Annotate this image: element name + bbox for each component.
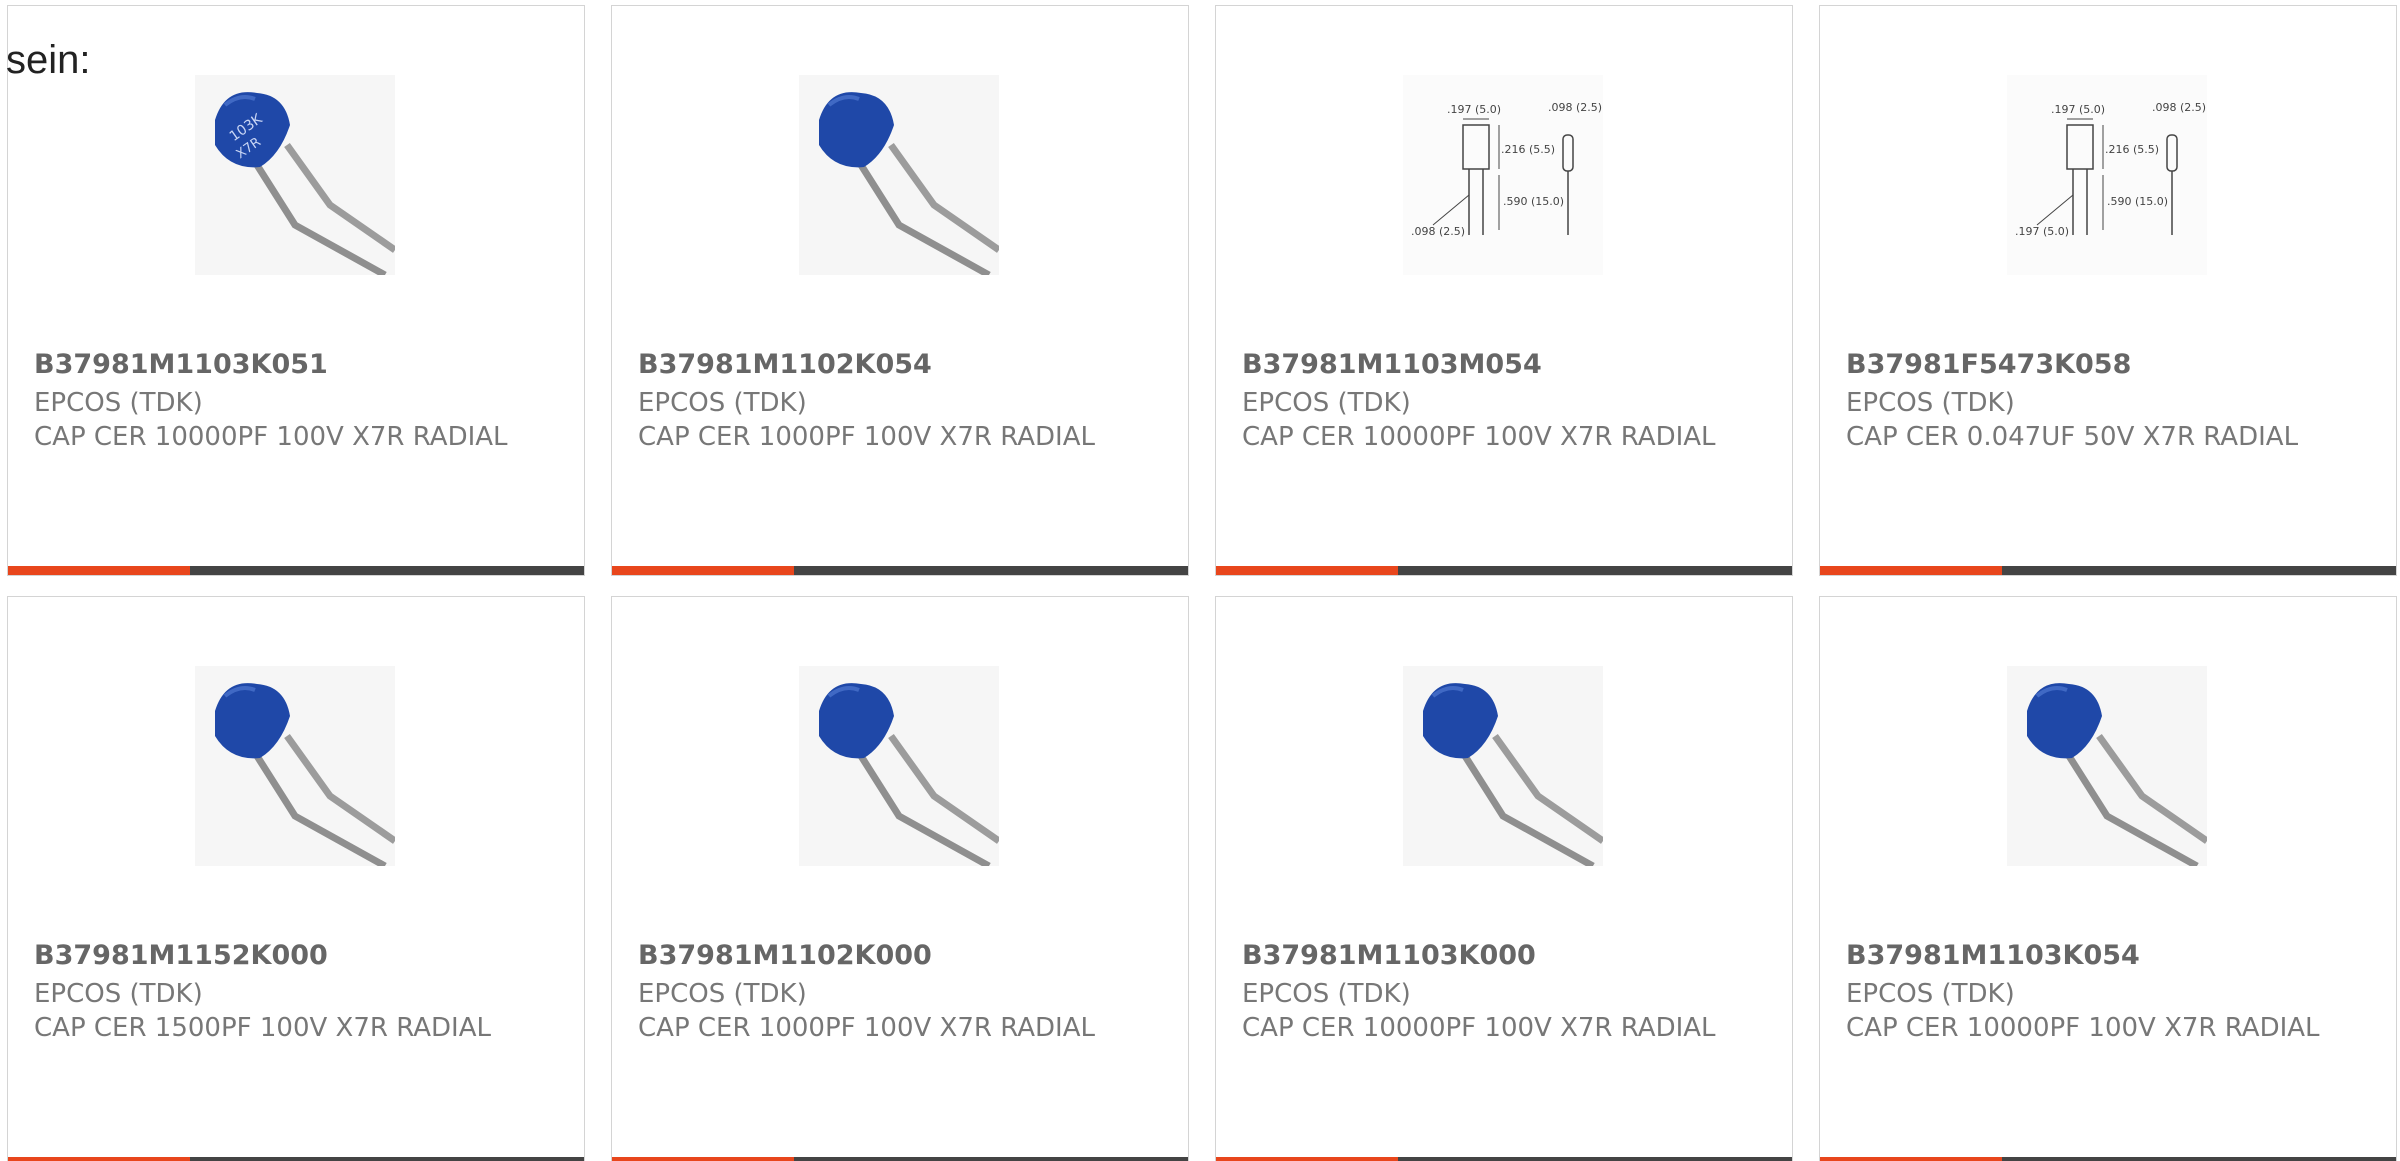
manufacturer-label: EPCOS (TDK) xyxy=(1846,979,2015,1009)
product-card[interactable]: .197 (5.0) .098 (2.5) .216 (5.5) .590 (15.0… xyxy=(1819,5,2397,576)
dimension-drawing-icon[interactable]: .197 (5.0) .098 (2.5) .216 (5.5) .590 (15.0… xyxy=(1403,75,1603,275)
part-number-link[interactable]: B37981M1103M054 xyxy=(1242,349,1542,380)
description-label: CAP CER 10000PF 100V X7R RADIAL xyxy=(1846,1013,2320,1043)
description-label: CAP CER 10000PF 100V X7R RADIAL xyxy=(1242,1013,1716,1043)
product-grid-page: sein: 103K X7R B37981M1103K051 EPCOS (TDK) C… xyxy=(0,0,2400,1161)
card-bottom-bar xyxy=(1820,566,2396,575)
part-number-link[interactable]: B37981M1103K000 xyxy=(1242,940,1536,971)
description-label: CAP CER 0.047UF 50V X7R RADIAL xyxy=(1846,422,2299,452)
capacitor-photo-icon[interactable] xyxy=(1403,666,1603,866)
manufacturer-label: EPCOS (TDK) xyxy=(638,979,807,1009)
card-accent-bar xyxy=(8,1157,190,1161)
manufacturer-label: EPCOS (TDK) xyxy=(1242,388,1411,418)
part-number-link[interactable]: B37981M1102K000 xyxy=(638,940,932,971)
card-bottom-bar xyxy=(8,1157,584,1161)
manufacturer-label: EPCOS (TDK) xyxy=(34,388,203,418)
product-card[interactable]: B37981M1102K054 EPCOS (TDK) CAP CER 1000PF… xyxy=(611,5,1189,576)
manufacturer-label: EPCOS (TDK) xyxy=(1242,979,1411,1009)
card-bottom-bar xyxy=(612,1157,1188,1161)
intro-text: sein: xyxy=(6,38,91,82)
card-bottom-bar xyxy=(612,566,1188,575)
product-card[interactable]: B37981M1152K000 EPCOS (TDK) CAP CER 1500PF… xyxy=(7,596,585,1161)
part-number-link[interactable]: B37981M1103K051 xyxy=(34,349,328,380)
description-label: CAP CER 10000PF 100V X7R RADIAL xyxy=(1242,422,1716,452)
svg-text:.098 (2.5): .098 (2.5) xyxy=(1411,225,1465,238)
svg-text:.098 (2.5): .098 (2.5) xyxy=(1548,101,1602,114)
manufacturer-label: EPCOS (TDK) xyxy=(34,979,203,1009)
card-accent-bar xyxy=(612,566,794,575)
dimension-drawing-icon[interactable]: .197 (5.0) .098 (2.5) .216 (5.5) .590 (15.0… xyxy=(2007,75,2207,275)
capacitor-photo-icon[interactable] xyxy=(195,666,395,866)
part-number-link[interactable]: B37981M1152K000 xyxy=(34,940,328,971)
card-accent-bar xyxy=(1216,566,1398,575)
card-accent-bar xyxy=(8,566,190,575)
product-card[interactable]: B37981M1102K000 EPCOS (TDK) CAP CER 1000PF… xyxy=(611,596,1189,1161)
product-card[interactable]: B37981M1103K000 EPCOS (TDK) CAP CER 10000P… xyxy=(1215,596,1793,1161)
capacitor-photo-icon[interactable] xyxy=(799,75,999,275)
capacitor-photo-icon[interactable] xyxy=(2007,666,2207,866)
svg-text:.216 (5.5): .216 (5.5) xyxy=(1501,143,1555,156)
svg-text:.590 (15.0): .590 (15.0) xyxy=(2107,195,2168,208)
part-number-link[interactable]: B37981F5473K058 xyxy=(1846,349,2131,380)
svg-text:.590 (15.0): .590 (15.0) xyxy=(1503,195,1564,208)
manufacturer-label: EPCOS (TDK) xyxy=(638,388,807,418)
description-label: CAP CER 1500PF 100V X7R RADIAL xyxy=(34,1013,491,1043)
product-card[interactable]: .197 (5.0) .098 (2.5) .216 (5.5) .590 (15.0… xyxy=(1215,5,1793,576)
capacitor-photo-marked-icon[interactable]: 103K X7R xyxy=(195,75,395,275)
capacitor-photo-icon[interactable] xyxy=(799,666,999,866)
svg-text:.216 (5.5): .216 (5.5) xyxy=(2105,143,2159,156)
description-label: CAP CER 1000PF 100V X7R RADIAL xyxy=(638,1013,1095,1043)
manufacturer-label: EPCOS (TDK) xyxy=(1846,388,2015,418)
part-number-link[interactable]: B37981M1103K054 xyxy=(1846,940,2140,971)
part-number-link[interactable]: B37981M1102K054 xyxy=(638,349,932,380)
description-label: CAP CER 10000PF 100V X7R RADIAL xyxy=(34,422,508,452)
svg-text:.197 (5.0): .197 (5.0) xyxy=(1447,103,1501,116)
card-accent-bar xyxy=(1820,566,2002,575)
card-accent-bar xyxy=(612,1157,794,1161)
svg-text:.197 (5.0): .197 (5.0) xyxy=(2015,225,2069,238)
card-accent-bar xyxy=(1216,1157,1398,1161)
svg-text:.098 (2.5): .098 (2.5) xyxy=(2152,101,2206,114)
description-label: CAP CER 1000PF 100V X7R RADIAL xyxy=(638,422,1095,452)
product-card[interactable]: B37981M1103K054 EPCOS (TDK) CAP CER 10000P… xyxy=(1819,596,2397,1161)
card-bottom-bar xyxy=(1216,566,1792,575)
card-bottom-bar xyxy=(1216,1157,1792,1161)
card-bottom-bar xyxy=(8,566,584,575)
card-bottom-bar xyxy=(1820,1157,2396,1161)
card-accent-bar xyxy=(1820,1157,2002,1161)
product-card[interactable]: 103K X7R B37981M1103K051 EPCOS (TDK) CAP CER… xyxy=(7,5,585,576)
svg-text:.197 (5.0): .197 (5.0) xyxy=(2051,103,2105,116)
